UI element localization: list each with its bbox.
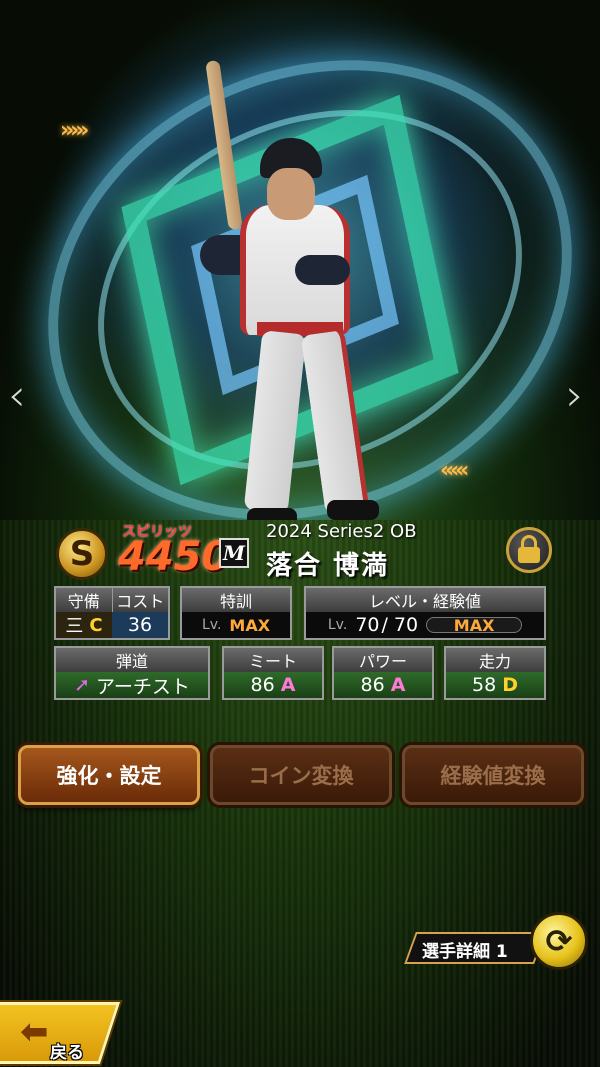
- meet-box: ミート 86 A: [222, 646, 324, 700]
- level-max: 70: [393, 614, 419, 636]
- next-player-button[interactable]: ›: [566, 370, 584, 421]
- coin-convert-button[interactable]: コイン変換: [210, 745, 392, 805]
- level-exp-box: レベル・経験値 Lv. 70 / 70 MAX: [304, 586, 546, 640]
- power-grade: A: [390, 674, 406, 696]
- trajectory-box: 弾道 ➚ アーチスト: [54, 646, 210, 700]
- speed-value: 58: [472, 674, 497, 696]
- trajectory-label: 弾道: [56, 648, 208, 672]
- defense-grade: C: [89, 614, 103, 636]
- back-label: 戻る: [50, 1043, 84, 1063]
- level-lv: Lv.: [327, 617, 348, 633]
- switch-view-button[interactable]: ⟳: [530, 912, 588, 970]
- team-logo-icon: M: [219, 538, 249, 568]
- enhance-settings-button[interactable]: 強化・設定: [18, 745, 200, 805]
- bat-shape: [205, 59, 243, 231]
- level-sep: /: [381, 614, 388, 636]
- back-arrow-icon: ⬅: [20, 1012, 49, 1052]
- special-training-box: 特訓 Lv. MAX: [180, 586, 292, 640]
- exp-bar: MAX: [426, 615, 523, 635]
- defense-cost-box: 守備 コスト 三 C 36: [54, 586, 170, 640]
- level-current: 70: [355, 614, 380, 636]
- exp-label: MAX: [453, 615, 495, 635]
- defense-label: 守備: [67, 592, 100, 611]
- trajectory-arrow-icon: ➚: [74, 674, 91, 696]
- speed-grade: D: [502, 674, 518, 696]
- speed-label: 走力: [446, 648, 544, 672]
- series-label: 2024 Series2 OB: [266, 521, 417, 542]
- speed-box: 走力 58 D: [444, 646, 546, 700]
- meet-grade: A: [280, 674, 296, 696]
- player-name: 落合 博満: [266, 551, 390, 581]
- special-lv: Lv.: [201, 617, 222, 633]
- power-box: パワー 86 A: [332, 646, 434, 700]
- level-label: レベル・経験値: [306, 588, 544, 612]
- special-label: 特訓: [182, 588, 290, 612]
- trajectory-value: アーチスト: [96, 675, 190, 698]
- meet-label: ミート: [224, 648, 322, 672]
- cost-label: コスト: [111, 588, 169, 612]
- player-image: [195, 59, 405, 560]
- defense-value: 三 C: [56, 612, 112, 638]
- power-label: パワー: [334, 648, 432, 672]
- exp-convert-button[interactable]: 経験値変換: [402, 745, 584, 805]
- chevron-decoration-icon: ›››››: [60, 118, 89, 143]
- cost-value: 36: [112, 612, 168, 638]
- chevron-decoration-icon: ‹‹‹‹‹: [440, 458, 469, 483]
- power-value: 86: [360, 674, 385, 696]
- lock-icon: [518, 535, 540, 563]
- spirit-value: 4450: [118, 534, 230, 580]
- defense-position: 三: [65, 616, 84, 637]
- meet-value: 86: [250, 674, 275, 696]
- prev-player-button[interactable]: ‹: [8, 370, 26, 421]
- rotate-arrows-icon: ⟳: [545, 922, 573, 960]
- lock-button[interactable]: [506, 527, 552, 573]
- rank-badge-icon: S: [56, 528, 108, 580]
- player-detail-label: 選手詳細 1: [422, 942, 508, 962]
- special-value: MAX: [229, 615, 271, 635]
